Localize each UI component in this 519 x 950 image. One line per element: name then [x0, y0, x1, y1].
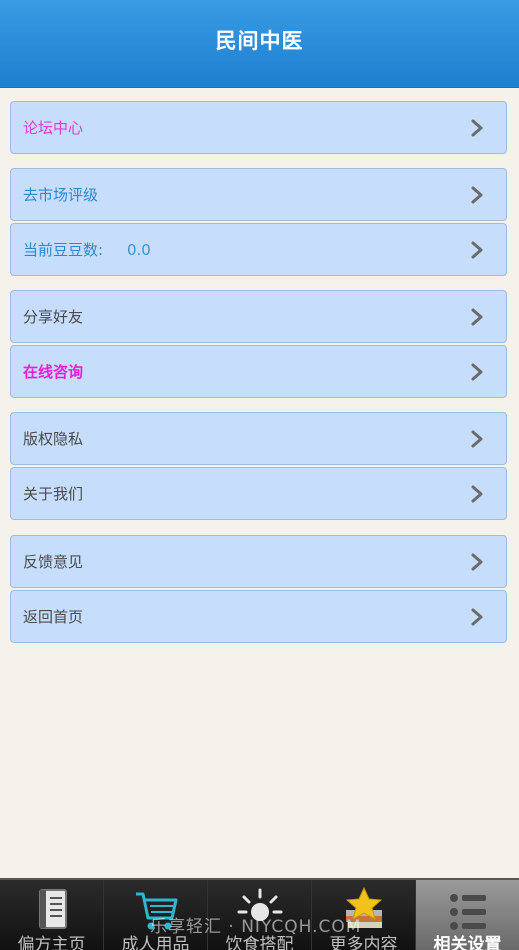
copyright-privacy-label: 版权隐私: [23, 430, 84, 448]
app-header: 民间中医: [0, 0, 519, 88]
chevron-right-icon: [471, 363, 483, 381]
sun-icon: [237, 888, 282, 921]
chevron-right-icon: [471, 186, 483, 204]
back-home-label: 返回首页: [23, 608, 84, 626]
feedback-item[interactable]: 反馈意见: [10, 535, 507, 588]
page-title: 民间中医: [215, 29, 304, 53]
chevron-right-icon: [471, 241, 483, 259]
beans-count-value: 0.0: [127, 241, 151, 259]
tab-diet-pairing[interactable]: 饮食搭配: [208, 880, 312, 950]
chevron-right-icon: [471, 608, 483, 626]
chevron-right-icon: [471, 430, 483, 448]
tab-label: 相关设置: [433, 935, 502, 950]
back-home-item[interactable]: 返回首页: [10, 590, 507, 643]
chevron-right-icon: [471, 119, 483, 137]
chevron-right-icon: [471, 485, 483, 503]
tab-related-settings[interactable]: 相关设置: [416, 880, 519, 950]
market-rating-item[interactable]: 去市场评级: [10, 168, 507, 221]
settings-list-icon: [449, 894, 486, 930]
tab-remedy-home[interactable]: 偏方主页: [0, 880, 104, 950]
feedback-label: 反馈意见: [23, 553, 84, 571]
share-friends-item[interactable]: 分享好友: [10, 290, 507, 343]
online-consult-label: 在线咨询: [23, 363, 84, 381]
market-rating-label: 去市场评级: [23, 186, 99, 204]
online-consult-item[interactable]: 在线咨询: [10, 345, 507, 398]
forum-center-label: 论坛中心: [23, 119, 84, 137]
tab-label: 饮食搭配: [225, 935, 294, 950]
book-icon: [38, 889, 67, 929]
share-friends-label: 分享好友: [23, 308, 84, 326]
tab-label: 更多内容: [329, 935, 398, 950]
chevron-right-icon: [471, 553, 483, 571]
cart-icon: [135, 892, 177, 930]
chevron-right-icon: [471, 308, 483, 326]
tab-adult-products[interactable]: 成人用品: [104, 880, 208, 950]
star-books-icon: [345, 886, 382, 928]
tab-more-content[interactable]: 更多内容: [312, 880, 416, 950]
about-us-label: 关于我们: [23, 485, 84, 503]
about-us-item[interactable]: 关于我们: [10, 467, 507, 520]
beans-count-item[interactable]: 当前豆豆数: 0.0: [10, 223, 507, 276]
copyright-privacy-item[interactable]: 版权隐私: [10, 412, 507, 465]
forum-center-item[interactable]: 论坛中心: [10, 101, 507, 154]
bottom-tab-bar: 偏方主页 成人用品 饮食搭配 更多内容 相关设置: [0, 878, 519, 950]
tab-label: 偏方主页: [17, 935, 86, 950]
beans-count-label: 当前豆豆数:: [23, 241, 104, 259]
tab-label: 成人用品: [121, 935, 190, 950]
